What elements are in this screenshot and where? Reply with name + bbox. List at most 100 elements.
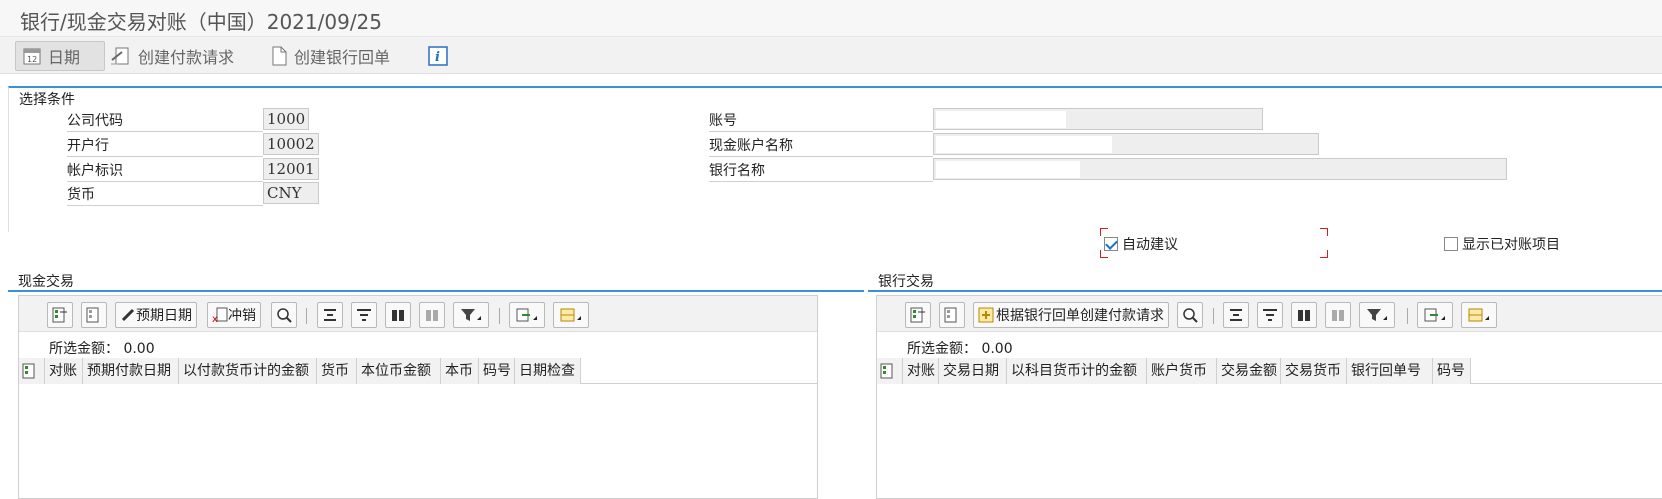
create-bank-receipt-label: 创建银行回单	[294, 48, 391, 67]
create-payment-request-button[interactable]: 创建付款请求	[110, 41, 234, 71]
toolbar-separator	[1213, 308, 1214, 324]
deselect-all-button[interactable]	[81, 302, 107, 328]
export-icon	[516, 308, 537, 322]
deselect-all-button[interactable]	[939, 302, 965, 328]
deselect-all-icon	[86, 307, 99, 323]
reverse-label: 冲销	[228, 308, 256, 324]
sort-descending-button[interactable]	[1257, 302, 1283, 328]
export-button[interactable]	[509, 302, 545, 328]
column-header[interactable]: 预期付款日期	[83, 358, 179, 384]
reverse-document-icon: x	[212, 307, 228, 323]
binoculars-plus-icon	[1332, 310, 1344, 321]
select-all-button[interactable]	[905, 302, 931, 328]
layout-button[interactable]	[553, 302, 589, 328]
currency-label: 货币	[67, 187, 95, 203]
binoculars-plus-icon	[426, 310, 438, 321]
sort-ascending-icon	[1230, 309, 1242, 321]
column-header[interactable]: 本币	[441, 358, 479, 384]
column-header[interactable]: 对账	[45, 358, 83, 384]
column-header[interactable]: 账户货币	[1147, 358, 1217, 384]
info-button[interactable]: i	[428, 41, 454, 71]
toolbar-separator	[306, 308, 307, 324]
select-all-icon	[910, 307, 925, 323]
create-bank-receipt-button[interactable]: 创建银行回单	[270, 41, 390, 71]
cash-account-name-label: 现金账户名称	[709, 138, 793, 154]
auto-suggest-checkbox[interactable]: 自动建议	[1104, 234, 1178, 254]
filter-icon	[1367, 309, 1387, 321]
auto-suggest-label: 自动建议	[1122, 237, 1178, 253]
label-underline	[709, 156, 933, 157]
column-header[interactable]: 交易金额	[1217, 358, 1281, 384]
column-header[interactable]: 以科目货币计的金额	[1007, 358, 1147, 384]
company-code-field[interactable]: 1000	[263, 108, 309, 130]
sort-descending-icon	[357, 309, 371, 321]
bank-selected-amount: 所选金额： 0.00	[907, 338, 1013, 358]
column-select-all-button[interactable]	[19, 358, 45, 384]
select-all-icon	[52, 307, 67, 323]
sort-descending-icon	[1263, 309, 1277, 321]
account-number-label: 账号	[709, 113, 737, 129]
show-reconciled-checkbox[interactable]: 显示已对账项目	[1444, 234, 1560, 254]
svg-text:i: i	[435, 50, 440, 65]
layout-button[interactable]	[1461, 302, 1497, 328]
label-underline	[709, 131, 933, 132]
column-header[interactable]: 码号	[1433, 358, 1471, 384]
select-all-button[interactable]	[47, 302, 73, 328]
layout-icon	[560, 308, 581, 322]
find-button[interactable]	[385, 302, 411, 328]
expected-date-button[interactable]: 预期日期	[115, 302, 197, 328]
sort-ascending-button[interactable]	[317, 302, 343, 328]
selected-amount-value: 0.00	[981, 341, 1013, 357]
find-button[interactable]	[1291, 302, 1317, 328]
magnifier-icon	[1183, 308, 1198, 323]
sort-descending-button[interactable]	[351, 302, 377, 328]
export-button[interactable]	[1417, 302, 1453, 328]
label-underline	[67, 131, 263, 132]
find-next-button[interactable]	[419, 302, 445, 328]
filter-button[interactable]	[1359, 302, 1395, 328]
focus-corner-icon	[1320, 228, 1328, 236]
svg-text:x: x	[212, 314, 218, 323]
column-header[interactable]: 码号	[479, 358, 515, 384]
bank-transactions-grid: 根据银行回单创建付款请求 所选金额： 0.00 对账 交易日期 以科目货币计的金…	[876, 295, 1662, 499]
details-button[interactable]	[271, 302, 297, 328]
details-button[interactable]	[1177, 302, 1203, 328]
column-header[interactable]: 交易日期	[939, 358, 1007, 384]
selected-amount-label: 所选金额：	[49, 341, 119, 357]
binoculars-icon	[1298, 310, 1310, 321]
bank-name-label: 银行名称	[709, 163, 765, 179]
account-number-field[interactable]	[933, 108, 1263, 130]
cash-transactions-grid: 预期日期 x 冲销 所选金额： 0.00 对账 预期付款日期 以付款货币计的金额 …	[18, 295, 818, 499]
company-code-label: 公司代码	[67, 113, 123, 129]
account-id-field[interactable]: 12001	[263, 158, 319, 180]
create-document-icon	[978, 307, 994, 323]
expected-date-label: 预期日期	[136, 308, 192, 324]
create-payment-from-receipt-button[interactable]: 根据银行回单创建付款请求	[973, 302, 1169, 328]
reverse-button[interactable]: x 冲销	[207, 302, 261, 328]
deselect-all-icon	[944, 307, 957, 323]
column-header[interactable]: 交易货币	[1281, 358, 1347, 384]
cash-selected-amount: 所选金额： 0.00	[49, 338, 155, 358]
masked-value	[936, 111, 1066, 128]
label-underline	[67, 156, 263, 157]
bank-name-field[interactable]	[933, 158, 1507, 180]
house-bank-field[interactable]: 10002	[263, 133, 319, 155]
column-header[interactable]: 日期检查	[515, 358, 581, 384]
cash-account-name-field[interactable]	[933, 133, 1319, 155]
column-header[interactable]: 以付款货币计的金额	[179, 358, 317, 384]
sort-ascending-button[interactable]	[1223, 302, 1249, 328]
column-header[interactable]: 货币	[317, 358, 357, 384]
create-payment-request-label: 创建付款请求	[138, 48, 235, 67]
filter-button[interactable]	[453, 302, 489, 328]
document-icon	[272, 46, 287, 66]
date-button[interactable]: 12 日期	[15, 41, 105, 71]
pencil-icon	[121, 308, 135, 322]
column-header[interactable]: 对账	[903, 358, 939, 384]
currency-field[interactable]: CNY	[263, 182, 319, 204]
column-header[interactable]: 银行回单号	[1347, 358, 1433, 384]
selected-amount-label: 所选金额：	[907, 341, 977, 357]
bank-transactions-header: 银行交易	[868, 270, 1662, 292]
column-select-all-button[interactable]	[877, 358, 903, 384]
find-next-button[interactable]	[1325, 302, 1351, 328]
column-header[interactable]: 本位币金额	[357, 358, 441, 384]
